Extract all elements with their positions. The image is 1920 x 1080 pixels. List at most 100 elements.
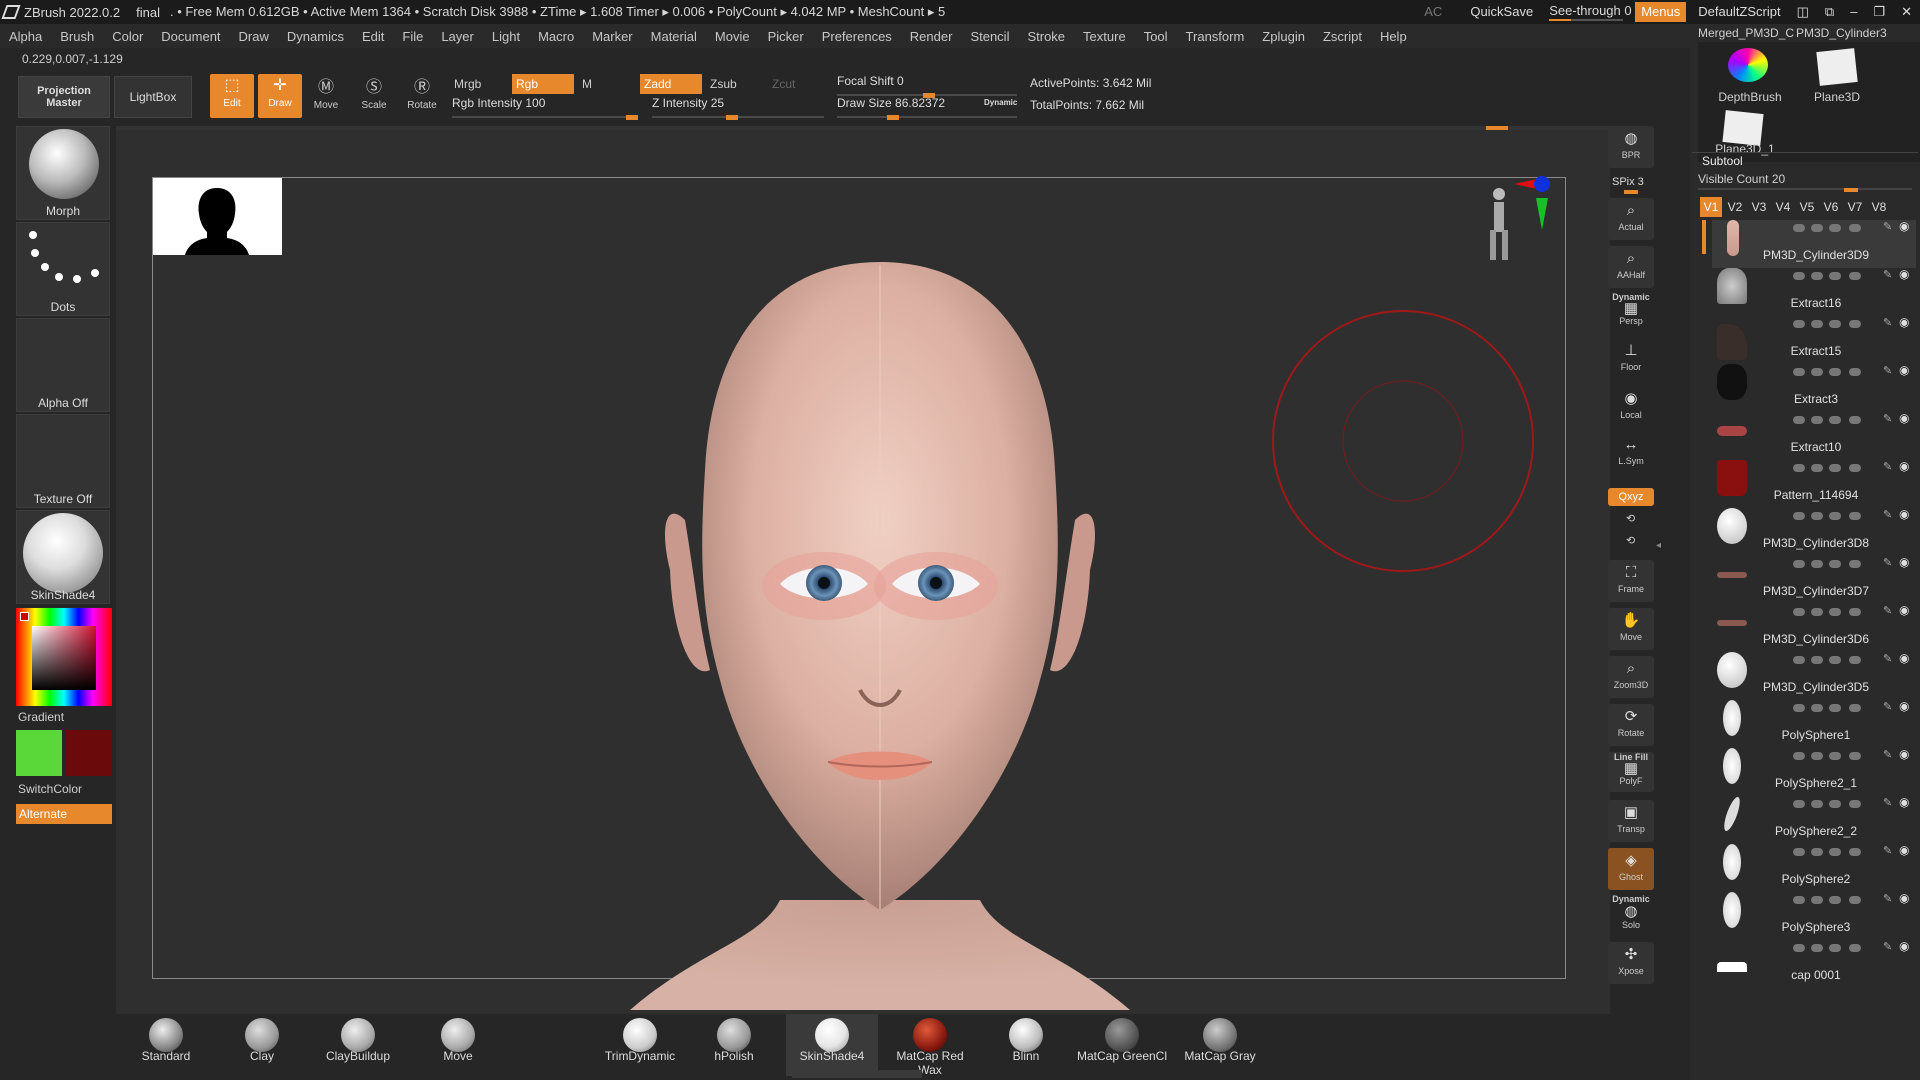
frame-button[interactable]: ⛶ Frame [1608, 560, 1654, 602]
rotate-view-button[interactable]: ⟳ Rotate [1608, 704, 1654, 746]
subtool-toggle[interactable] [1793, 800, 1805, 808]
subtool-toggle[interactable] [1849, 416, 1861, 424]
menu-zscript[interactable]: Zscript [1314, 29, 1371, 44]
subtool-controls[interactable]: ✎ ◉ [1773, 411, 1913, 426]
bpr-button[interactable]: ◍ BPR [1608, 126, 1654, 168]
tab-v6[interactable]: V6 [1820, 197, 1842, 217]
subtool-toggle[interactable] [1793, 704, 1805, 712]
visibility-eye-icon[interactable]: ◉ [1899, 459, 1909, 473]
visibility-eye-icon[interactable]: ◉ [1899, 603, 1909, 617]
subtool-toggle[interactable] [1829, 800, 1841, 808]
visibility-eye-icon[interactable]: ◉ [1899, 747, 1909, 761]
quicksave-button[interactable]: QuickSave [1462, 0, 1541, 24]
subtool-item[interactable]: ✎ ◉ PolySphere1 [1715, 699, 1917, 748]
actual-button[interactable]: ⌕ Actual [1608, 198, 1654, 240]
alternate-button[interactable]: Alternate [16, 804, 112, 824]
texture-button[interactable]: Texture Off [16, 414, 110, 508]
transp-button[interactable]: ▣ Transp [1608, 800, 1654, 842]
close-icon[interactable]: ✕ [1893, 0, 1920, 24]
tab-v3[interactable]: V3 [1748, 197, 1770, 217]
polypaint-icon[interactable]: ✎ [1883, 844, 1892, 857]
subtool-toggle[interactable] [1811, 272, 1823, 280]
tab-v8[interactable]: V8 [1868, 197, 1890, 217]
menu-macro[interactable]: Macro [529, 29, 583, 44]
menu-stroke[interactable]: Stroke [1018, 29, 1074, 44]
subtool-title[interactable]: Subtool [1702, 154, 1743, 168]
menu-render[interactable]: Render [901, 29, 962, 44]
see-through-slider[interactable]: See-through 0 [1541, 0, 1632, 24]
subtool-controls[interactable]: ✎ ◉ [1773, 219, 1913, 234]
visibility-eye-icon[interactable]: ◉ [1899, 891, 1909, 905]
subtool-toggle[interactable] [1829, 944, 1841, 952]
subtool-controls[interactable]: ✎ ◉ [1773, 891, 1913, 906]
visible-count-slider[interactable]: Visible Count 20 [1698, 172, 1912, 192]
ghost-button[interactable]: ◈ Ghost [1608, 848, 1654, 890]
subtool-controls[interactable]: ✎ ◉ [1773, 507, 1913, 522]
menu-layer[interactable]: Layer [432, 29, 483, 44]
subtool-toggle[interactable] [1829, 608, 1841, 616]
subtool-toggle[interactable] [1849, 272, 1861, 280]
menu-document[interactable]: Document [152, 29, 229, 44]
subtool-toggle[interactable] [1793, 416, 1805, 424]
spix-knob[interactable] [1624, 190, 1638, 194]
switchcolor-button[interactable]: SwitchColor [18, 782, 82, 796]
subtool-toggle[interactable] [1829, 752, 1841, 760]
subtool-item[interactable]: ✎ ◉ PolySphere2 [1715, 843, 1917, 892]
subtool-toggle[interactable] [1829, 896, 1841, 904]
subtool-toggle[interactable] [1793, 944, 1805, 952]
subtool-controls[interactable]: ✎ ◉ [1773, 459, 1913, 474]
visibility-eye-icon[interactable]: ◉ [1899, 699, 1909, 713]
visibility-eye-icon[interactable]: ◉ [1899, 795, 1909, 809]
visibility-eye-icon[interactable]: ◉ [1899, 555, 1909, 569]
material-button[interactable]: MatCap GreenCl [1076, 1014, 1168, 1076]
subtool-controls[interactable]: ✎ ◉ [1773, 795, 1913, 810]
scale-button[interactable]: Ⓢ Scale [352, 76, 396, 120]
subtool-toggle[interactable] [1793, 320, 1805, 328]
menu-draw[interactable]: Draw [230, 29, 278, 44]
xpose-button[interactable]: ✣ Xpose [1608, 942, 1654, 984]
menu-dynamics[interactable]: Dynamics [278, 29, 353, 44]
subtool-toggle[interactable] [1849, 464, 1861, 472]
local-button[interactable]: ◉ Local [1608, 386, 1654, 428]
tab-v5[interactable]: V5 [1796, 197, 1818, 217]
material-button[interactable]: SkinShade4 [786, 1014, 878, 1076]
morph-brush-button[interactable]: Morph [16, 126, 110, 220]
default-zscript-button[interactable]: DefaultZScript [1690, 0, 1788, 24]
zcut-button[interactable]: Zcut [768, 74, 808, 94]
subtool-toggle[interactable] [1793, 368, 1805, 376]
subtool-item[interactable]: ✎ ◉ Pattern_114694 [1715, 459, 1917, 508]
material-button[interactable]: hPolish [688, 1014, 780, 1076]
subtool-controls[interactable]: ✎ ◉ [1773, 555, 1913, 570]
menu-transform[interactable]: Transform [1177, 29, 1254, 44]
main-color-swatch[interactable] [16, 730, 62, 776]
subtool-item[interactable]: ✎ ◉ Extract10 [1715, 411, 1917, 460]
polyf-button[interactable]: Line Fill ▦ PolyF [1608, 752, 1654, 792]
menu-color[interactable]: Color [103, 29, 152, 44]
polypaint-icon[interactable]: ✎ [1883, 892, 1892, 905]
draw-button[interactable]: ✛ Draw [258, 74, 302, 118]
polypaint-icon[interactable]: ✎ [1883, 652, 1892, 665]
subtool-toggle[interactable] [1829, 464, 1841, 472]
material-button[interactable]: Move [412, 1014, 504, 1076]
subtool-toggle[interactable] [1793, 512, 1805, 520]
visibility-eye-icon[interactable]: ◉ [1899, 939, 1909, 953]
menu-preferences[interactable]: Preferences [813, 29, 901, 44]
subtool-toggle[interactable] [1849, 848, 1861, 856]
subtool-item[interactable]: ✎ ◉ PM3D_Cylinder3D6 [1715, 603, 1917, 652]
subtool-item[interactable]: ✎ ◉ cap 0001 [1715, 939, 1917, 988]
subtool-toggle[interactable] [1811, 560, 1823, 568]
subtool-toggle[interactable] [1849, 368, 1861, 376]
menu-stencil[interactable]: Stencil [961, 29, 1018, 44]
subtool-toggle[interactable] [1793, 464, 1805, 472]
tab-v4[interactable]: V4 [1772, 197, 1794, 217]
subtool-controls[interactable]: ✎ ◉ [1773, 603, 1913, 618]
subtool-toggle[interactable] [1811, 656, 1823, 664]
menu-picker[interactable]: Picker [759, 29, 813, 44]
material-button[interactable]: Blinn [980, 1014, 1072, 1076]
stroke-dots-button[interactable]: Dots [16, 222, 110, 316]
subtool-item[interactable]: ✎ ◉ PolySphere2_1 [1715, 747, 1917, 796]
shelf-scroll-handle[interactable] [792, 1070, 922, 1078]
menu-material[interactable]: Material [642, 29, 706, 44]
silhouette-thumbnail[interactable] [153, 178, 282, 255]
visibility-eye-icon[interactable]: ◉ [1899, 363, 1909, 377]
